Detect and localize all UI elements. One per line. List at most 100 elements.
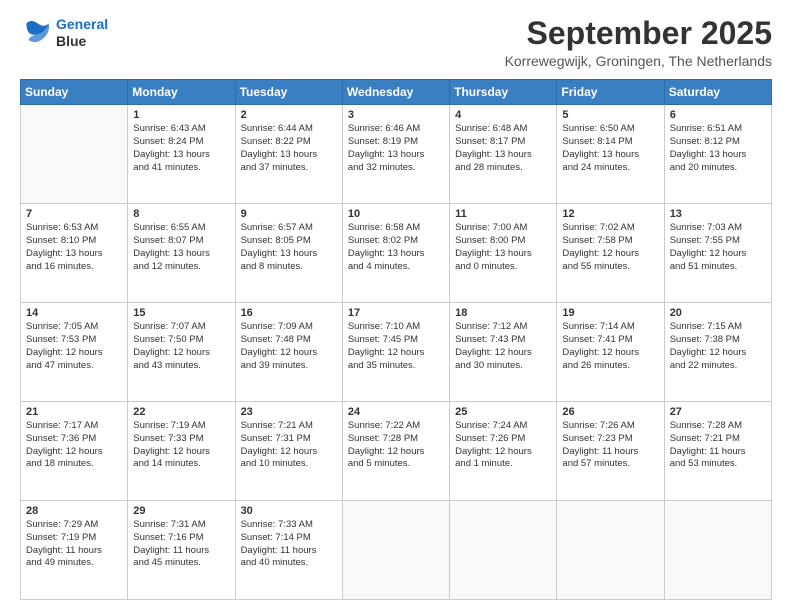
day-number: 6: [670, 109, 766, 121]
calendar-cell: 13 Sunrise: 7:03 AMSunset: 7:55 PMDayligh…: [664, 204, 771, 303]
calendar-cell: 4Sunrise: 6:48 AMSunset: 8:17 PMDaylight…: [450, 105, 557, 204]
day-number: 11: [455, 208, 551, 220]
calendar-cell: 19 Sunrise: 7:14 AMSunset: 7:41 PMDayligh…: [557, 303, 664, 402]
calendar: SundayMondayTuesdayWednesdayThursdayFrid…: [20, 79, 772, 600]
day-number: 12: [562, 208, 658, 220]
day-number: 19: [562, 307, 658, 319]
calendar-cell: 23 Sunrise: 7:21 AMSunset: 7:31 PMDayligh…: [235, 402, 342, 501]
day-number: 22: [133, 406, 229, 418]
calendar-cell: 22Sunrise: 7:19 AMSunset: 7:33 PMDayligh…: [128, 402, 235, 501]
day-info: Sunrise: 7:26 AMSunset: 7:23 PMDaylight:…: [562, 420, 658, 471]
calendar-cell: 25 Sunrise: 7:24 AMSunset: 7:26 PMDayligh…: [450, 402, 557, 501]
day-header-row: SundayMondayTuesdayWednesdayThursdayFrid…: [21, 80, 772, 105]
day-info: Sunrise: 6:55 AMSunset: 8:07 PMDaylight:…: [133, 222, 229, 273]
day-info: Sunrise: 7:02 AMSunset: 7:58 PMDaylight:…: [562, 222, 658, 273]
day-info: Sunrise: 7:33 AMSunset: 7:14 PMDaylight:…: [241, 519, 337, 570]
day-number: 3: [348, 109, 444, 121]
day-number: 16: [241, 307, 337, 319]
calendar-cell: 17 Sunrise: 7:10 AMSunset: 7:45 PMDayligh…: [342, 303, 449, 402]
day-info: Sunrise: 7:17 AMSunset: 7:36 PMDaylight:…: [26, 420, 122, 471]
calendar-cell: 29 Sunrise: 7:31 AMSunset: 7:16 PMDayligh…: [128, 501, 235, 600]
day-info: Sunrise: 7:28 AMSunset: 7:21 PMDaylight:…: [670, 420, 766, 471]
month-title: September 2025: [505, 16, 772, 51]
day-header-thursday: Thursday: [450, 80, 557, 105]
calendar-cell: 30 Sunrise: 7:33 AMSunset: 7:14 PMDayligh…: [235, 501, 342, 600]
calendar-cell: 10Sunrise: 6:58 AMSunset: 8:02 PMDayligh…: [342, 204, 449, 303]
day-info: Sunrise: 6:43 AMSunset: 8:24 PMDaylight:…: [133, 123, 229, 174]
week-row-2: 7 Sunrise: 6:53 AMSunset: 8:10 PMDaylight…: [21, 204, 772, 303]
day-header-friday: Friday: [557, 80, 664, 105]
calendar-cell: [557, 501, 664, 600]
calendar-cell: 9Sunrise: 6:57 AMSunset: 8:05 PMDaylight…: [235, 204, 342, 303]
calendar-cell: [664, 501, 771, 600]
day-info: Sunrise: 7:12 AMSunset: 7:43 PMDaylight:…: [455, 321, 551, 372]
calendar-cell: 16 Sunrise: 7:09 AMSunset: 7:48 PMDayligh…: [235, 303, 342, 402]
calendar-cell: 24Sunrise: 7:22 AMSunset: 7:28 PMDayligh…: [342, 402, 449, 501]
day-header-monday: Monday: [128, 80, 235, 105]
day-info: Sunrise: 7:24 AMSunset: 7:26 PMDaylight:…: [455, 420, 551, 471]
day-info: Sunrise: 7:03 AMSunset: 7:55 PMDaylight:…: [670, 222, 766, 273]
week-row-4: 21 Sunrise: 7:17 AMSunset: 7:36 PMDayligh…: [21, 402, 772, 501]
day-number: 18: [455, 307, 551, 319]
day-info: Sunrise: 7:05 AMSunset: 7:53 PMDaylight:…: [26, 321, 122, 372]
title-block: September 2025 Korrewegwijk, Groningen, …: [505, 16, 772, 69]
day-info: Sunrise: 7:22 AMSunset: 7:28 PMDaylight:…: [348, 420, 444, 471]
day-info: Sunrise: 6:53 AMSunset: 8:10 PMDaylight:…: [26, 222, 122, 273]
calendar-body: 1 Sunrise: 6:43 AMSunset: 8:24 PMDaylight…: [21, 105, 772, 600]
calendar-header: SundayMondayTuesdayWednesdayThursdayFrid…: [21, 80, 772, 105]
day-number: 13: [670, 208, 766, 220]
day-info: Sunrise: 7:07 AMSunset: 7:50 PMDaylight:…: [133, 321, 229, 372]
day-number: 28: [26, 505, 122, 517]
calendar-cell: 27 Sunrise: 7:28 AMSunset: 7:21 PMDayligh…: [664, 402, 771, 501]
calendar-cell: [342, 501, 449, 600]
day-header-sunday: Sunday: [21, 80, 128, 105]
calendar-cell: 15 Sunrise: 7:07 AMSunset: 7:50 PMDayligh…: [128, 303, 235, 402]
header: GeneralBlue September 2025 Korrewegwijk,…: [20, 16, 772, 69]
day-number: 23: [241, 406, 337, 418]
day-info: Sunrise: 7:31 AMSunset: 7:16 PMDaylight:…: [133, 519, 229, 570]
week-row-1: 1 Sunrise: 6:43 AMSunset: 8:24 PMDaylight…: [21, 105, 772, 204]
day-info: Sunrise: 6:51 AMSunset: 8:12 PMDaylight:…: [670, 123, 766, 174]
day-header-saturday: Saturday: [664, 80, 771, 105]
day-number: 4: [455, 109, 551, 121]
calendar-cell: 2Sunrise: 6:44 AMSunset: 8:22 PMDaylight…: [235, 105, 342, 204]
day-info: Sunrise: 7:09 AMSunset: 7:48 PMDaylight:…: [241, 321, 337, 372]
day-number: 20: [670, 307, 766, 319]
location: Korrewegwijk, Groningen, The Netherlands: [505, 53, 772, 69]
day-number: 17: [348, 307, 444, 319]
day-number: 29: [133, 505, 229, 517]
day-number: 1: [133, 109, 229, 121]
day-number: 15: [133, 307, 229, 319]
logo-icon: [20, 17, 52, 49]
day-info: Sunrise: 6:46 AMSunset: 8:19 PMDaylight:…: [348, 123, 444, 174]
day-number: 8: [133, 208, 229, 220]
day-number: 30: [241, 505, 337, 517]
day-header-wednesday: Wednesday: [342, 80, 449, 105]
calendar-cell: 14 Sunrise: 7:05 AMSunset: 7:53 PMDayligh…: [21, 303, 128, 402]
day-number: 27: [670, 406, 766, 418]
day-number: 26: [562, 406, 658, 418]
calendar-cell: 21 Sunrise: 7:17 AMSunset: 7:36 PMDayligh…: [21, 402, 128, 501]
calendar-cell: 12 Sunrise: 7:02 AMSunset: 7:58 PMDayligh…: [557, 204, 664, 303]
calendar-cell: 18 Sunrise: 7:12 AMSunset: 7:43 PMDayligh…: [450, 303, 557, 402]
calendar-cell: 3 Sunrise: 6:46 AMSunset: 8:19 PMDaylight…: [342, 105, 449, 204]
calendar-cell: 20Sunrise: 7:15 AMSunset: 7:38 PMDayligh…: [664, 303, 771, 402]
logo-text: GeneralBlue: [56, 16, 108, 50]
day-number: 14: [26, 307, 122, 319]
day-info: Sunrise: 6:44 AMSunset: 8:22 PMDaylight:…: [241, 123, 337, 174]
day-info: Sunrise: 7:00 AMSunset: 8:00 PMDaylight:…: [455, 222, 551, 273]
day-info: Sunrise: 7:29 AMSunset: 7:19 PMDaylight:…: [26, 519, 122, 570]
day-number: 9: [241, 208, 337, 220]
day-number: 25: [455, 406, 551, 418]
day-info: Sunrise: 6:50 AMSunset: 8:14 PMDaylight:…: [562, 123, 658, 174]
day-number: 7: [26, 208, 122, 220]
calendar-cell: 28 Sunrise: 7:29 AMSunset: 7:19 PMDayligh…: [21, 501, 128, 600]
day-info: Sunrise: 7:10 AMSunset: 7:45 PMDaylight:…: [348, 321, 444, 372]
calendar-cell: [21, 105, 128, 204]
day-number: 21: [26, 406, 122, 418]
calendar-cell: [450, 501, 557, 600]
day-info: Sunrise: 7:21 AMSunset: 7:31 PMDaylight:…: [241, 420, 337, 471]
calendar-cell: 8 Sunrise: 6:55 AMSunset: 8:07 PMDaylight…: [128, 204, 235, 303]
day-info: Sunrise: 7:14 AMSunset: 7:41 PMDaylight:…: [562, 321, 658, 372]
calendar-cell: 7 Sunrise: 6:53 AMSunset: 8:10 PMDaylight…: [21, 204, 128, 303]
